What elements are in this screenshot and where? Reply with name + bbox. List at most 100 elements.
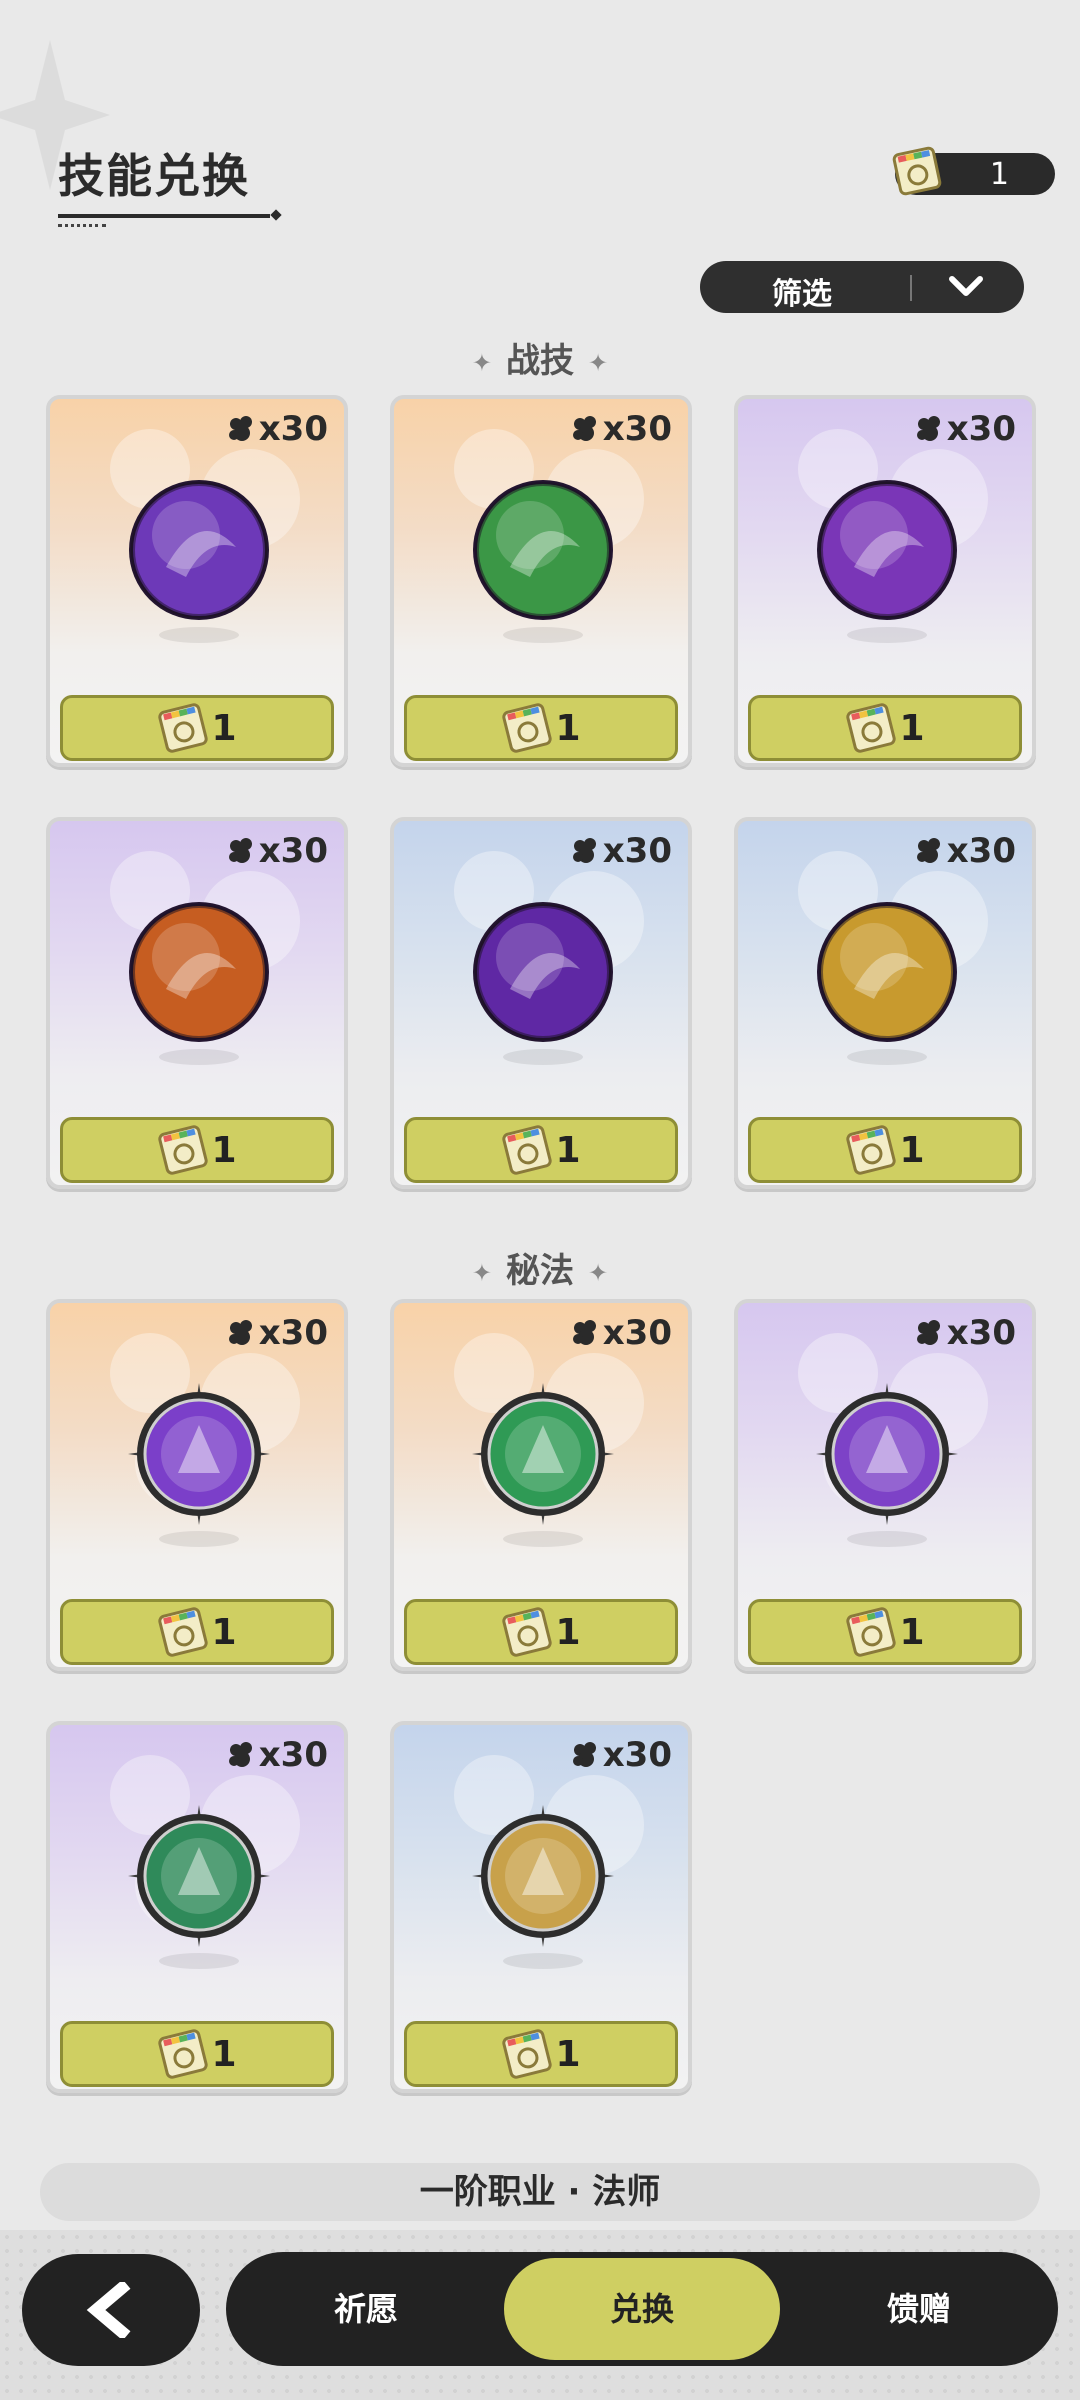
skill-card[interactable]: x30 1 [46,817,348,1189]
price-text: 1 [899,1611,925,1653]
orb-shadow [503,1049,583,1065]
title-dots [58,224,106,227]
skill-card[interactable]: x30 1 [46,1299,348,1671]
exchange-button[interactable]: 1 [60,1117,334,1183]
exchange-ticket-icon [158,1125,209,1175]
title-underline [58,214,270,218]
skill-card[interactable]: x30 1 [390,1721,692,2093]
fragment-count: x30 [915,831,1016,871]
purple-diamond-flame-orb-icon [817,480,957,620]
fragment-count-text: x30 [946,831,1016,871]
exchange-button[interactable]: 1 [60,2021,334,2087]
skill-card[interactable]: x30 1 [734,395,1036,767]
page-title: 技能兑换 [58,149,250,203]
green-winged-star-rune-icon [472,1383,614,1525]
exchange-ticket-icon [158,1607,209,1657]
price-text: 1 [899,707,925,749]
exchange-button[interactable]: 1 [748,695,1022,761]
skill-card[interactable]: x30 1 [734,1299,1036,1671]
fragment-count: x30 [915,409,1016,449]
filter-separator [910,275,912,301]
fragment-count: x30 [571,831,672,871]
skill-fragment-icon [228,838,252,863]
price-text: 1 [555,1611,581,1653]
exchange-button[interactable]: 1 [404,1599,678,1665]
fragment-count-text: x30 [946,409,1016,449]
chevron-down-icon [949,276,983,296]
back-button[interactable] [22,2254,200,2366]
exchange-button[interactable]: 1 [748,1599,1022,1665]
exchange-button[interactable]: 1 [60,695,334,761]
tab-wish[interactable]: 祈愿 [226,2252,506,2366]
currency-amount: 1 [989,157,1009,192]
sparkle-icon: ✦ [588,1258,609,1287]
exchange-ticket-icon [846,1607,897,1657]
skill-fragment-icon [916,416,940,441]
orb-shadow [503,1531,583,1547]
fragment-count-text: x30 [602,409,672,449]
exchange-button[interactable]: 1 [404,1117,678,1183]
sparkle-icon: ✦ [471,348,492,377]
orb-shadow [503,1953,583,1969]
fragment-count-text: x30 [258,1735,328,1775]
price-text: 1 [555,1129,581,1171]
orb-shadow [159,1531,239,1547]
orb-shadow [847,1049,927,1065]
exchange-ticket-icon [892,146,942,196]
purple-fist-rune-icon [128,1383,270,1525]
tab-gift[interactable]: 馈赠 [780,2252,1058,2366]
section-title-text: 秘法 [506,1251,574,1291]
skill-card[interactable]: x30 1 [46,395,348,767]
fragment-count: x30 [915,1313,1016,1353]
fragment-count: x30 [571,1313,672,1353]
tab-bar: 祈愿 兑换 馈赠 [226,2252,1058,2366]
fire-wolf-orb-icon [129,902,269,1042]
orb-shadow [847,1531,927,1547]
skill-card[interactable]: x30 1 [734,817,1036,1189]
fragment-count: x30 [227,831,328,871]
exchange-ticket-icon [158,2029,209,2079]
orb-shadow [159,627,239,643]
currency-balance: 1 [892,146,1055,196]
skill-card[interactable]: x30 1 [390,817,692,1189]
orb-shadow [159,1953,239,1969]
exchange-button[interactable]: 1 [60,1599,334,1665]
exchange-ticket-icon [158,703,209,753]
exchange-button[interactable]: 1 [404,695,678,761]
fragment-count-text: x30 [602,1735,672,1775]
skill-fragment-icon [228,1742,252,1767]
exchange-ticket-icon [846,703,897,753]
filter-dropdown[interactable]: 筛选 [700,261,1024,313]
skill-card[interactable]: x30 1 [390,395,692,767]
purple-flame-seal-rune-icon [816,1383,958,1525]
price-text: 1 [555,2033,581,2075]
exchange-ticket-icon [502,1607,553,1657]
skill-fragment-icon [228,1320,252,1345]
skill-list[interactable]: ✦ 战技 ✦ x30 1 x30 1 x30 1 x30 1 x30 1 x30 1 ✦ 秘法 ✦ x30 1 x30 1… [0,335,1080,2230]
price-text: 1 [211,1611,237,1653]
exchange-button[interactable]: 1 [404,2021,678,2087]
skill-fragment-icon [228,416,252,441]
filter-label: 筛选 [772,277,832,312]
skill-fragment-icon [916,838,940,863]
green-tree-stump-orb-icon [473,480,613,620]
class-header: 一阶职业 · 法师 [40,2163,1040,2221]
exchange-ticket-icon [502,703,553,753]
golden-arrow-heal-rune-icon [472,1805,614,1947]
price-text: 1 [211,707,237,749]
skill-card[interactable]: x30 1 [390,1299,692,1671]
fragment-count-text: x30 [602,1313,672,1353]
bottom-nav: 祈愿 兑换 馈赠 [0,2230,1080,2400]
orb-shadow [847,627,927,643]
exchange-button[interactable]: 1 [748,1117,1022,1183]
section-title: ✦ 秘法 ✦ [0,1243,1080,1292]
fragment-count-text: x30 [946,1313,1016,1353]
tab-exchange[interactable]: 兑换 [504,2258,780,2360]
fragment-count: x30 [571,409,672,449]
back-arrow-icon [86,2282,131,2338]
skill-card[interactable]: x30 1 [46,1721,348,2093]
skill-fragment-icon [572,1742,596,1767]
section-title-text: 战技 [506,341,574,381]
price-text: 1 [211,1129,237,1171]
skill-fragment-icon [916,1320,940,1345]
